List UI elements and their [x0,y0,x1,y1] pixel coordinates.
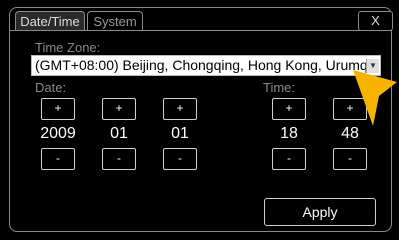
day-increment-button[interactable]: + [163,98,197,120]
hour-value: 18 [280,125,298,142]
apply-button[interactable]: Apply [264,198,376,226]
year-decrement-button[interactable]: - [41,148,75,170]
pointer-arrow-icon [353,70,397,126]
tab-date-time[interactable]: Date/Time [15,11,85,31]
timezone-value: (GMT+08:00) Beijing, Chongqing, Hong Kon… [35,57,371,73]
close-button[interactable]: X [358,11,393,31]
date-label: Date: [35,80,67,95]
timezone-label: Time Zone: [35,40,101,55]
hour-decrement-button[interactable]: - [272,148,306,170]
hour-increment-button[interactable]: + [272,98,306,120]
time-label: Time: [263,80,296,95]
month-increment-button[interactable]: + [102,98,136,120]
day-value: 01 [171,125,189,142]
tab-divider [10,30,391,31]
tab-system[interactable]: System [87,11,143,31]
minute-decrement-button[interactable]: - [333,148,367,170]
day-decrement-button[interactable]: - [163,148,197,170]
year-increment-button[interactable]: + [41,98,75,120]
month-value: 01 [110,125,128,142]
timezone-select[interactable]: (GMT+08:00) Beijing, Chongqing, Hong Kon… [31,55,381,76]
year-value: 2009 [40,125,76,142]
month-decrement-button[interactable]: - [102,148,136,170]
